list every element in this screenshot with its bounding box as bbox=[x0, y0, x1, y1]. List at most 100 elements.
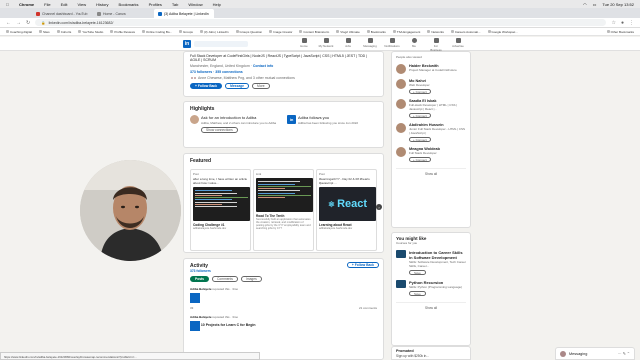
post-meta: reposted this · 3mo bbox=[212, 315, 239, 319]
bookmark-item[interactable]: TSA Engagement bbox=[392, 30, 420, 34]
show-all-people-button[interactable]: Show all bbox=[396, 168, 466, 176]
wifi-icon[interactable]: ◠ bbox=[583, 2, 587, 7]
more-options-icon[interactable]: ··· ✎ ⌃ bbox=[618, 351, 630, 356]
chevron-right-icon[interactable]: › bbox=[376, 204, 382, 210]
menubar-tab[interactable]: Tab bbox=[172, 2, 178, 7]
connect-button[interactable]: + Connect bbox=[409, 113, 431, 118]
nav-advertise[interactable]: Advertise bbox=[450, 38, 466, 52]
avatar[interactable] bbox=[396, 99, 406, 109]
menubar-profiles[interactable]: Profiles bbox=[149, 2, 162, 7]
menubar-app-name[interactable]: Chrome bbox=[19, 2, 34, 7]
star-icon[interactable]: ☆ bbox=[611, 20, 615, 26]
comments-filter[interactable]: Comments bbox=[211, 276, 238, 282]
save-button[interactable]: Save bbox=[409, 291, 426, 296]
bookmark-item[interactable]: Image Creator bbox=[269, 30, 292, 34]
bookmark-item[interactable]: Groups Question bbox=[235, 30, 262, 34]
forward-icon[interactable]: → bbox=[16, 20, 21, 26]
bookmark-item[interactable]: YouTube Studio bbox=[78, 30, 103, 34]
linkedin-favicon-icon bbox=[158, 11, 162, 16]
bookmark-item[interactable]: (3) Jobs | LinkedIn bbox=[199, 30, 229, 34]
follow-back-button[interactable]: + Follow Back bbox=[190, 83, 223, 89]
posts-filter[interactable]: Posts bbox=[190, 276, 209, 282]
post-thumbnail bbox=[190, 293, 200, 303]
bookmark-item[interactable]: Profile Reviews bbox=[110, 30, 135, 34]
images-filter[interactable]: Images bbox=[240, 276, 262, 282]
nav-me[interactable]: Me bbox=[406, 38, 422, 52]
profile-connections[interactable]: 373 followers · 355 connections bbox=[190, 70, 377, 74]
show-all-courses-button[interactable]: Show all bbox=[396, 302, 466, 310]
menubar-help[interactable]: Help bbox=[213, 2, 221, 7]
promoted-card[interactable]: Promoted Sign up with $250k in... bbox=[391, 346, 471, 360]
menubar-file[interactable]: File bbox=[44, 2, 50, 7]
activity-post[interactable]: Adiba Belayete reposted this · 3mo 33 21… bbox=[190, 287, 377, 310]
bookmark-item[interactable]: Online Coding Bo... bbox=[142, 30, 172, 34]
post-thumbnail bbox=[190, 321, 200, 331]
kebab-menu-icon[interactable]: ⋮ bbox=[629, 20, 634, 26]
bookmark-item[interactable]: Careers Automati... bbox=[450, 30, 481, 34]
save-button[interactable]: Save bbox=[409, 270, 426, 275]
connect-button[interactable]: + Connect bbox=[409, 137, 431, 142]
back-icon[interactable]: ← bbox=[6, 20, 11, 26]
show-connections-button[interactable]: Show connections bbox=[201, 127, 238, 133]
avatar[interactable] bbox=[396, 147, 406, 157]
avatar[interactable] bbox=[396, 64, 406, 74]
browser-status-bar: https://www.linkedin.com/in/adiba-belaye… bbox=[0, 352, 260, 360]
other-bookmarks[interactable]: Other Bookmarks bbox=[606, 30, 634, 34]
featured-item-sub: Successfully built an application that a… bbox=[256, 218, 311, 230]
list-item: Python Recursion Skills: Python (Program… bbox=[396, 280, 466, 296]
messaging-label: Messaging bbox=[569, 351, 588, 356]
tab-canva[interactable]: Home - Canva bbox=[93, 9, 153, 18]
bookmark-item[interactable]: Groups bbox=[179, 30, 193, 34]
avatar[interactable] bbox=[396, 79, 406, 89]
nav-my-network[interactable]: My Network bbox=[318, 38, 334, 52]
menubar-bookmarks[interactable]: Bookmarks bbox=[119, 2, 139, 7]
react-logo-image: ⚛ React bbox=[319, 187, 376, 221]
featured-item[interactable]: Post #learningatCY7 - Day 02 & 08 #heart… bbox=[316, 169, 377, 251]
url-field[interactable]: 🔒 linkedin.com/in/adiba-belayete-1612368… bbox=[35, 19, 607, 26]
profile-avatar-icon[interactable]: ● bbox=[621, 20, 624, 26]
bookmark-item[interactable]: Bookmarks bbox=[366, 30, 386, 34]
featured-item[interactable]: Link Road To The Tenth Successfully buil… bbox=[253, 169, 314, 251]
nav-notifications[interactable]: Notifications bbox=[384, 38, 400, 52]
bookmark-item[interactable]: Networks bbox=[427, 30, 444, 34]
nav-messaging[interactable]: Messaging bbox=[362, 38, 378, 52]
messaging-bar[interactable]: Messaging ··· ✎ ⌃ bbox=[555, 347, 635, 360]
reload-icon[interactable]: ↻ bbox=[26, 20, 30, 26]
linkedin-search-input[interactable] bbox=[194, 41, 248, 47]
promoted-label: Promoted bbox=[396, 349, 414, 353]
tab-youtube[interactable]: Channel dashboard - YouTub bbox=[32, 9, 92, 18]
right-sidebar: People also viewed Haider Beckwith Proje… bbox=[391, 51, 471, 346]
activity-follow-back-button[interactable]: + Follow Back bbox=[346, 262, 379, 268]
message-button[interactable]: Message bbox=[225, 83, 250, 89]
bookmark-item[interactable]: Sites bbox=[39, 30, 50, 34]
menubar-history[interactable]: History bbox=[96, 2, 108, 7]
mutual-connections[interactable]: Anne Chewese, Matthew Png, and 3 other m… bbox=[190, 76, 377, 80]
nav-home[interactable]: Home bbox=[296, 38, 312, 52]
menubar-window[interactable]: Window bbox=[188, 2, 202, 7]
connect-button[interactable]: + Connect bbox=[409, 89, 431, 94]
bookmark-item[interactable]: Coaching-Digital bbox=[6, 30, 32, 34]
apple-icon[interactable]:  bbox=[6, 2, 9, 7]
tab-linkedin[interactable]: (3) Adiba Belayete | LinkedIn bbox=[154, 9, 214, 18]
nav-for-business[interactable]: For Business bbox=[428, 38, 444, 52]
linkedin-logo[interactable]: in bbox=[183, 40, 191, 48]
more-button[interactable]: More bbox=[252, 83, 270, 89]
connect-button[interactable]: + Connect bbox=[409, 157, 431, 162]
bookmark-item[interactable]: Google Workspac... bbox=[487, 30, 518, 34]
menubar-view[interactable]: View bbox=[77, 2, 86, 7]
avatar[interactable] bbox=[396, 123, 406, 133]
bookmark-item[interactable]: Cohorts bbox=[56, 30, 71, 34]
network-icon bbox=[323, 38, 329, 43]
nav-jobs[interactable]: Jobs bbox=[340, 38, 356, 52]
course-title[interactable]: Introduction to Career Skills in Softwar… bbox=[409, 250, 466, 260]
bookmark-item[interactable]: Vlog2 Ultimate bbox=[336, 30, 360, 34]
activity-post[interactable]: Adiba Belayete reposted this · 3mo 10 Pr… bbox=[190, 315, 377, 331]
featured-item[interactable]: Post after a long time, I have written a… bbox=[190, 169, 251, 251]
battery-icon[interactable]: ▭ bbox=[593, 2, 597, 7]
menubar-clock[interactable]: Tue 20 Sep 13:52 bbox=[602, 2, 634, 7]
follows-title: Adiba follows you bbox=[298, 115, 330, 120]
contact-info-link[interactable]: Contact info bbox=[253, 64, 273, 68]
menubar-edit[interactable]: Edit bbox=[61, 2, 68, 7]
activity-followers[interactable]: 373 followers bbox=[190, 269, 377, 273]
bookmark-item[interactable]: Content Brainstorm bbox=[299, 30, 329, 34]
